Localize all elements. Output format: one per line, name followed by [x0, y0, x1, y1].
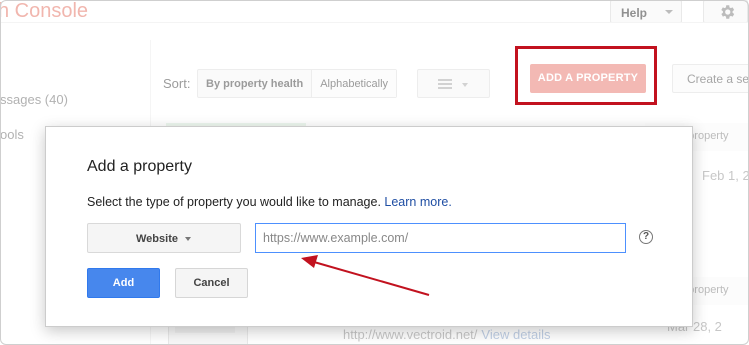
learn-more-link[interactable]: Learn more.: [384, 195, 451, 209]
property-type-select[interactable]: Website: [87, 223, 241, 253]
property-url-input[interactable]: [255, 223, 626, 253]
add-button[interactable]: Add: [87, 268, 160, 298]
help-circle-icon[interactable]: ?: [639, 230, 653, 244]
highlight-annotation: [515, 46, 657, 105]
dialog-title: Add a property: [87, 158, 192, 175]
property-type-value: Website: [136, 233, 178, 245]
add-property-dialog: Add a property Select the type of proper…: [45, 126, 693, 327]
dialog-prompt: Select the type of property you would li…: [87, 195, 452, 209]
cancel-button[interactable]: Cancel: [175, 268, 248, 298]
prompt-text: Select the type of property you would li…: [87, 195, 381, 209]
chevron-down-icon: [185, 237, 191, 241]
